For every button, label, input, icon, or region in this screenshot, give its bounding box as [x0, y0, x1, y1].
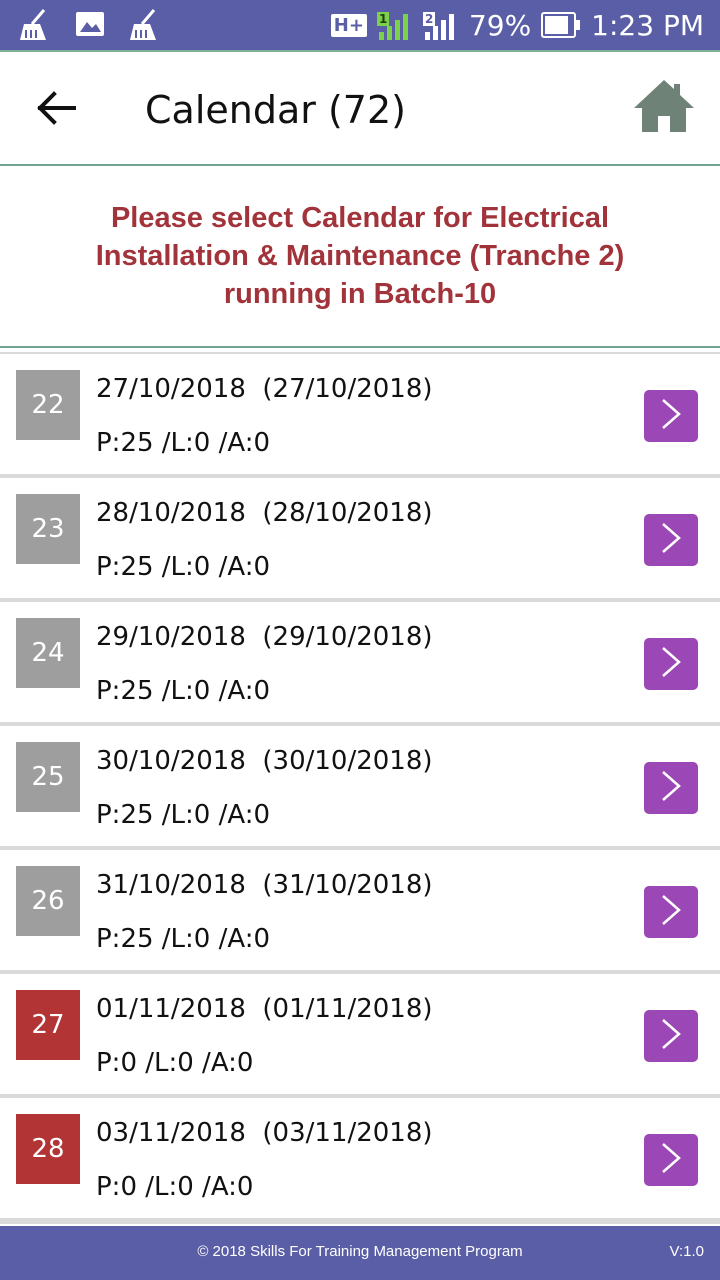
session-date: 29/10/2018 (29/10/2018): [96, 622, 433, 652]
day-number-badge: 26: [16, 866, 80, 936]
day-number-badge: 25: [16, 742, 80, 812]
attendance-stats: P:25 /L:0 /A:0: [96, 924, 270, 954]
open-day-button[interactable]: [644, 1010, 698, 1062]
chevron-right-icon: [658, 1017, 684, 1056]
banner-divider: [0, 346, 720, 348]
broom-icon: [128, 8, 162, 42]
sim1-label: 1: [376, 12, 390, 26]
footer: © 2018 Skills For Training Management Pr…: [0, 1226, 720, 1280]
home-button[interactable]: [632, 78, 696, 138]
session-date: 30/10/2018 (30/10/2018): [96, 746, 433, 776]
home-icon: [632, 80, 696, 138]
calendar-row[interactable]: 26 31/10/2018 (31/10/2018) P:25 /L:0 /A:0: [0, 850, 720, 970]
day-number-badge: 23: [16, 494, 80, 564]
session-date: 28/10/2018 (28/10/2018): [96, 498, 433, 528]
day-number-badge: 24: [16, 618, 80, 688]
chevron-right-icon: [658, 397, 684, 436]
open-day-button[interactable]: [644, 886, 698, 938]
attendance-stats: P:25 /L:0 /A:0: [96, 428, 270, 458]
signal-icon: 1: [376, 8, 413, 42]
open-day-button[interactable]: [644, 638, 698, 690]
broom-icon: [18, 8, 52, 42]
attendance-stats: P:0 /L:0 /A:0: [96, 1048, 254, 1078]
network-type-icon: H+: [330, 13, 367, 37]
clock: 1:23 PM: [591, 8, 704, 42]
image-icon: [74, 8, 106, 42]
chevron-right-icon: [658, 521, 684, 560]
calendar-row[interactable]: 27 01/11/2018 (01/11/2018) P:0 /L:0 /A:0: [0, 974, 720, 1094]
session-date: 03/11/2018 (03/11/2018): [96, 1118, 433, 1148]
day-number-badge: 28: [16, 1114, 80, 1184]
sim2-label: 2: [422, 12, 436, 26]
banner-message: Please select Calendar for Electrical In…: [95, 202, 625, 310]
chevron-right-icon: [658, 769, 684, 808]
info-banner: Please select Calendar for Electrical In…: [0, 166, 720, 346]
day-number-badge: 22: [16, 370, 80, 440]
calendar-row[interactable]: 22 27/10/2018 (27/10/2018) P:25 /L:0 /A:0: [0, 354, 720, 474]
attendance-stats: P:0 /L:0 /A:0: [96, 1172, 254, 1202]
battery-percent: 79%: [468, 8, 532, 42]
chevron-right-icon: [658, 645, 684, 684]
page-title: Calendar (72): [145, 88, 406, 132]
battery-icon: [541, 12, 581, 38]
attendance-stats: P:25 /L:0 /A:0: [96, 676, 270, 706]
calendar-row[interactable]: 23 28/10/2018 (28/10/2018) P:25 /L:0 /A:0: [0, 478, 720, 598]
chevron-right-icon: [658, 1141, 684, 1180]
arrow-left-icon: [36, 90, 76, 131]
attendance-stats: P:25 /L:0 /A:0: [96, 800, 270, 830]
chevron-right-icon: [658, 893, 684, 932]
version-text: V:1.0: [669, 1243, 704, 1260]
calendar-list[interactable]: 22 27/10/2018 (27/10/2018) P:25 /L:0 /A:0 2…: [0, 352, 720, 1224]
day-number-badge: 27: [16, 990, 80, 1060]
open-day-button[interactable]: [644, 514, 698, 566]
app-bar: Calendar (72): [0, 52, 720, 164]
open-day-button[interactable]: [644, 390, 698, 442]
signal-icon: 2: [422, 8, 459, 42]
session-date: 01/11/2018 (01/11/2018): [96, 994, 433, 1024]
copyright-text: © 2018 Skills For Training Management Pr…: [197, 1243, 523, 1260]
back-button[interactable]: [28, 82, 84, 138]
attendance-stats: P:25 /L:0 /A:0: [96, 552, 270, 582]
session-date: 31/10/2018 (31/10/2018): [96, 870, 433, 900]
calendar-row[interactable]: 24 29/10/2018 (29/10/2018) P:25 /L:0 /A:0: [0, 602, 720, 722]
calendar-row[interactable]: 28 03/11/2018 (03/11/2018) P:0 /L:0 /A:0: [0, 1098, 720, 1218]
status-bar: H+ 1 2 79% 1:23 PM: [0, 0, 720, 50]
open-day-button[interactable]: [644, 762, 698, 814]
session-date: 27/10/2018 (27/10/2018): [96, 374, 433, 404]
calendar-row[interactable]: 25 30/10/2018 (30/10/2018) P:25 /L:0 /A:0: [0, 726, 720, 846]
open-day-button[interactable]: [644, 1134, 698, 1186]
